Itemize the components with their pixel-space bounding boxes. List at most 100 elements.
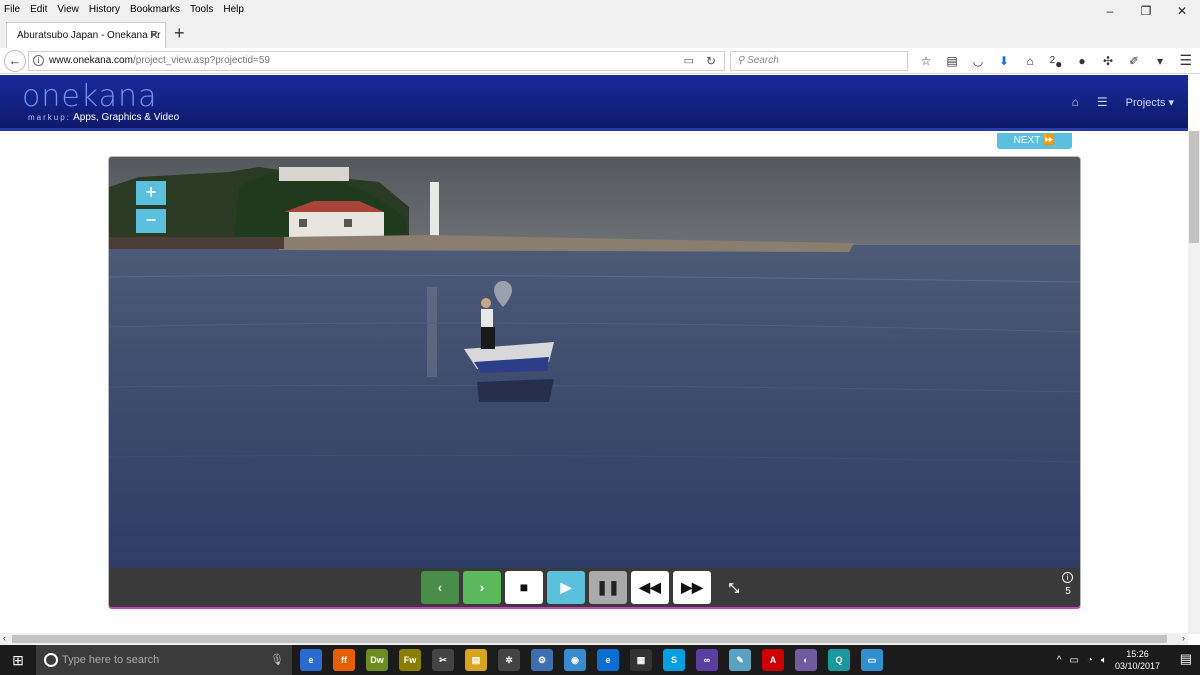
scroll-left-icon[interactable]: ‹ xyxy=(3,633,6,643)
tools-icon[interactable]: ✂ xyxy=(432,649,454,671)
acrobat-icon[interactable]: A xyxy=(762,649,784,671)
site-logo[interactable]: onekana xyxy=(22,81,157,113)
tab-bar: Aburatsubo Japan - Onekana Pr ✕ + xyxy=(0,18,1200,48)
site-info-icon[interactable]: i xyxy=(33,54,44,66)
info-count: 5 xyxy=(1065,586,1071,597)
fireworks-icon[interactable]: Fw xyxy=(399,649,421,671)
downloads-badge: 2 xyxy=(1049,55,1056,66)
clock[interactable]: 15:26 03/10/2017 xyxy=(1115,648,1160,672)
reload-icon[interactable]: ↻ xyxy=(706,52,716,70)
tab-close-icon[interactable]: ✕ xyxy=(149,28,159,42)
puzzle-icon[interactable]: ✣ xyxy=(1097,52,1119,70)
home-nav-icon[interactable]: ⌂ xyxy=(1072,95,1079,109)
explorer-icon[interactable]: ▤ xyxy=(465,649,487,671)
chrome-like-icon[interactable]: ◉ xyxy=(564,649,586,671)
scroll-right-icon[interactable]: › xyxy=(1182,633,1185,643)
clock-time: 15:26 xyxy=(1126,649,1149,659)
address-bar[interactable]: i www.onekana.com/project_view.asp?projec… xyxy=(28,51,725,71)
hamburger-menu-icon[interactable]: ☰ xyxy=(1179,52,1192,69)
stop-button[interactable]: ■ xyxy=(505,571,543,604)
taskbar-search-input[interactable]: Type here to search 🎙︎ xyxy=(36,645,292,675)
tray-chevron-icon[interactable]: ^ xyxy=(1057,655,1062,666)
fast-forward-button[interactable]: ▶▶ xyxy=(673,571,711,604)
notification-icon[interactable]: ▤ xyxy=(1180,651,1192,667)
play-button[interactable]: ▶ xyxy=(547,571,585,604)
store-icon[interactable]: ▦ xyxy=(630,649,652,671)
menu-file[interactable]: File xyxy=(0,4,25,15)
brush-icon[interactable]: ✐ xyxy=(1123,52,1145,70)
url-path: /project_view.asp?projectid=59 xyxy=(132,55,270,66)
harbor-photo[interactable] xyxy=(109,157,1080,568)
exit-fullscreen-button[interactable]: ⤡ xyxy=(715,571,753,604)
zoom-in-button[interactable]: + xyxy=(136,181,166,205)
circle-extension-icon[interactable]: ● xyxy=(1071,52,1093,70)
search-input[interactable]: ⚲ Search xyxy=(730,51,908,71)
bookmark-star-icon[interactable]: ☆ xyxy=(915,52,937,70)
dreamweaver-icon[interactable]: Dw xyxy=(366,649,388,671)
back-button[interactable]: ← xyxy=(4,50,26,72)
skype-icon[interactable]: S xyxy=(663,649,685,671)
tagline-text: Apps, Graphics & Video xyxy=(73,112,180,123)
remote-app-icon[interactable]: ▭ xyxy=(861,649,883,671)
info-icon: i xyxy=(1062,572,1073,583)
home-icon[interactable]: ⌂ xyxy=(1019,52,1041,70)
cortana-icon xyxy=(44,653,58,667)
windows-start-icon[interactable]: ⊞ xyxy=(0,645,36,675)
taskbar: ⊞ Type here to search 🎙︎ e ff Dw Fw ✂ ▤ ✲ ⚙ ◉ e ▦ S… xyxy=(0,645,1200,675)
vertical-scrollbar[interactable] xyxy=(1188,131,1200,634)
next-project-button[interactable]: NEXT ⏩ xyxy=(997,133,1072,149)
tab-title: Aburatsubo Japan - Onekana Pr xyxy=(17,30,161,41)
search-app-icon[interactable]: Q xyxy=(828,649,850,671)
horizontal-scrollbar[interactable]: ‹ › xyxy=(0,633,1188,645)
menu-edit[interactable]: Edit xyxy=(25,4,52,15)
info-badge[interactable]: i 5 xyxy=(1062,572,1074,598)
gear-app-icon[interactable]: ⚙ xyxy=(531,649,553,671)
rewind-button[interactable]: ◀◀ xyxy=(631,571,669,604)
browser-tab[interactable]: Aburatsubo Japan - Onekana Pr ✕ xyxy=(6,22,166,48)
previous-button[interactable]: ‹ xyxy=(421,571,459,604)
url-host: www.onekana.com xyxy=(49,55,133,66)
list-nav-icon[interactable]: ☰ xyxy=(1097,95,1108,109)
firefox-icon[interactable]: ff xyxy=(333,649,355,671)
horizontal-scroll-thumb[interactable] xyxy=(12,635,1167,643)
clipboard-icon[interactable]: ▤ xyxy=(941,52,963,70)
clock-date: 03/10/2017 xyxy=(1114,661,1160,671)
link-app-icon[interactable]: ∞ xyxy=(696,649,718,671)
site-header: onekana markup: Apps, Graphics & Video ⌂… xyxy=(0,75,1188,131)
menu-tools[interactable]: Tools xyxy=(185,4,218,15)
next-button[interactable]: › xyxy=(463,571,501,604)
menu-bookmarks[interactable]: Bookmarks xyxy=(125,4,185,15)
toolbar-icons: ☆ ▤ ◡ ⬇ ⌂ 2● ● ✣ ✐ ▾ xyxy=(915,52,1171,71)
menu-bar: File Edit View History Bookmarks Tools H… xyxy=(0,0,1200,18)
header-nav: ⌂ ☰ Projects ▾ xyxy=(1072,95,1174,109)
pause-button[interactable]: ❚❚ xyxy=(589,571,627,604)
menu-view[interactable]: View xyxy=(52,4,84,15)
volume-icon[interactable]: 🔈︎ xyxy=(1101,655,1107,666)
extension-icon[interactable]: 2● xyxy=(1045,52,1067,71)
zoom-out-button[interactable]: − xyxy=(136,209,166,233)
back-arrow-icon: ← xyxy=(8,53,22,68)
site-tagline: markup: Apps, Graphics & Video xyxy=(28,112,179,123)
pocket-icon[interactable]: ◡ xyxy=(967,52,989,70)
edge-icon[interactable]: e xyxy=(597,649,619,671)
settings-app-icon[interactable]: ✲ xyxy=(498,649,520,671)
new-tab-button[interactable]: + xyxy=(174,24,185,42)
overflow-chevron-icon[interactable]: ▾ xyxy=(1149,52,1171,70)
nav-bar: ← i www.onekana.com/project_view.asp?proj… xyxy=(0,48,1200,74)
search-icon: ⚲ xyxy=(737,55,748,66)
vertical-scroll-thumb[interactable] xyxy=(1189,131,1199,243)
system-tray: ^ ▭ ◔ 🔈︎ 15:26 03/10/2017 xyxy=(1057,645,1160,675)
battery-icon[interactable]: ▭ xyxy=(1069,655,1078,666)
taskbar-search-placeholder: Type here to search xyxy=(62,654,160,666)
microphone-icon[interactable]: 🎙︎ xyxy=(270,645,284,675)
menu-help[interactable]: Help xyxy=(218,4,249,15)
download-icon[interactable]: ⬇ xyxy=(993,52,1015,70)
network-icon[interactable]: ◔ xyxy=(1087,655,1093,666)
orb-app-icon[interactable]: ◐ xyxy=(795,649,817,671)
edge-chromium-icon[interactable]: e xyxy=(300,649,322,671)
reader-view-icon[interactable]: ▭ xyxy=(684,52,694,70)
projects-dropdown[interactable]: Projects ▾ xyxy=(1126,96,1174,109)
taskbar-apps: e ff Dw Fw ✂ ▤ ✲ ⚙ ◉ e ▦ S ∞ ✎ A ◐ Q ▭ xyxy=(300,649,894,671)
menu-history[interactable]: History xyxy=(84,4,125,15)
notes-app-icon[interactable]: ✎ xyxy=(729,649,751,671)
